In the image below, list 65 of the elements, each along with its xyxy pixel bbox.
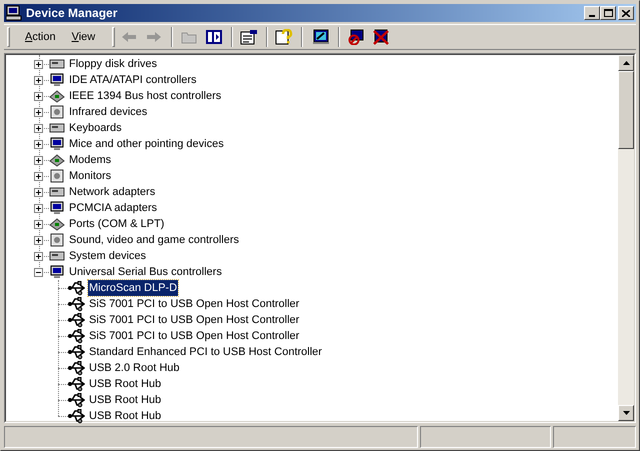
tree-item[interactable]: Modems	[68, 152, 112, 168]
expand-icon[interactable]	[34, 76, 43, 84]
tree-item[interactable]: Universal Serial Bus controllers	[68, 264, 223, 280]
tree-item[interactable]: Sound, video and game controllers	[68, 232, 240, 248]
back-arrow-icon	[120, 31, 137, 43]
close-button[interactable]	[618, 6, 634, 20]
help-icon	[274, 29, 293, 45]
device-icon	[49, 88, 65, 104]
expand-icon[interactable]	[34, 156, 43, 164]
collapse-icon[interactable]	[34, 268, 43, 276]
tree-item[interactable]: SiS 7001 PCI to USB Open Host Controller	[88, 312, 300, 328]
tree-item[interactable]: MicroScan DLP-D	[88, 280, 178, 296]
tree-item[interactable]: Monitors	[68, 168, 112, 184]
tree-item[interactable]: IEEE 1394 Bus host controllers	[68, 88, 222, 104]
tree-item[interactable]: Infrared devices	[68, 104, 148, 120]
expand-icon[interactable]	[34, 236, 43, 244]
expand-icon[interactable]	[34, 220, 43, 228]
tree-item[interactable]: SiS 7001 PCI to USB Open Host Controller	[88, 296, 300, 312]
expand-icon[interactable]	[34, 172, 43, 180]
up-arrow-icon	[622, 61, 630, 65]
disable-device-icon	[346, 29, 365, 45]
menu-item[interactable]: Action	[18, 27, 63, 47]
folder-icon	[180, 30, 197, 44]
down-arrow-icon	[622, 411, 630, 415]
monitor-scan-icon	[312, 29, 330, 45]
properties-icon	[240, 29, 258, 45]
tree-item[interactable]: Network adapters	[68, 184, 156, 200]
maximize-button[interactable]	[600, 6, 616, 20]
scroll-up-button[interactable]	[618, 55, 634, 71]
tree-item[interactable]: Ports (COM & LPT)	[68, 216, 166, 232]
tree-item[interactable]: USB Root Hub	[88, 408, 162, 424]
minimize-button[interactable]	[584, 6, 600, 20]
tree-item[interactable]: USB Root Hub	[88, 376, 162, 392]
tree-item[interactable]: IDE ATA/ATAPI controllers	[68, 72, 198, 88]
expand-icon[interactable]	[34, 60, 43, 68]
minimize-icon	[589, 15, 595, 17]
forward-arrow-icon	[146, 31, 162, 43]
tree-item[interactable]: System devices	[68, 248, 148, 264]
panel-icon	[206, 30, 222, 44]
scroll-thumb[interactable]	[618, 71, 634, 149]
computer-icon	[6, 5, 22, 21]
expand-icon[interactable]	[34, 188, 43, 196]
expand-icon[interactable]	[34, 124, 43, 132]
expand-icon[interactable]	[34, 92, 43, 100]
tree-item[interactable]: USB Root Hub	[88, 392, 162, 408]
scroll-down-button[interactable]	[618, 405, 634, 421]
expand-icon[interactable]	[34, 252, 43, 260]
tree-item[interactable]: PCMCIA adapters	[68, 200, 158, 216]
close-icon	[622, 10, 630, 16]
tree-item[interactable]: USB 2.0 Root Hub	[88, 360, 180, 376]
tree-item[interactable]: Standard Enhanced PCI to USB Host Controller	[88, 344, 323, 360]
tree-item[interactable]: SiS 7001 PCI to USB Open Host Controller	[88, 328, 300, 344]
scrollbar[interactable]	[618, 55, 634, 421]
expand-icon[interactable]	[34, 140, 43, 148]
device-icon	[49, 216, 65, 232]
tree-item[interactable]: Mice and other pointing devices	[68, 136, 225, 152]
tree-item[interactable]: Keyboards	[68, 120, 123, 136]
menu-item[interactable]: View	[64, 27, 102, 47]
device-icon	[49, 152, 65, 168]
uninstall-device-icon	[372, 29, 390, 45]
maximize-icon	[604, 9, 612, 17]
expand-icon[interactable]	[34, 108, 43, 116]
expand-icon[interactable]	[34, 204, 43, 212]
tree-item[interactable]: Floppy disk drives	[68, 56, 158, 72]
window-title: Device Manager	[26, 5, 118, 22]
